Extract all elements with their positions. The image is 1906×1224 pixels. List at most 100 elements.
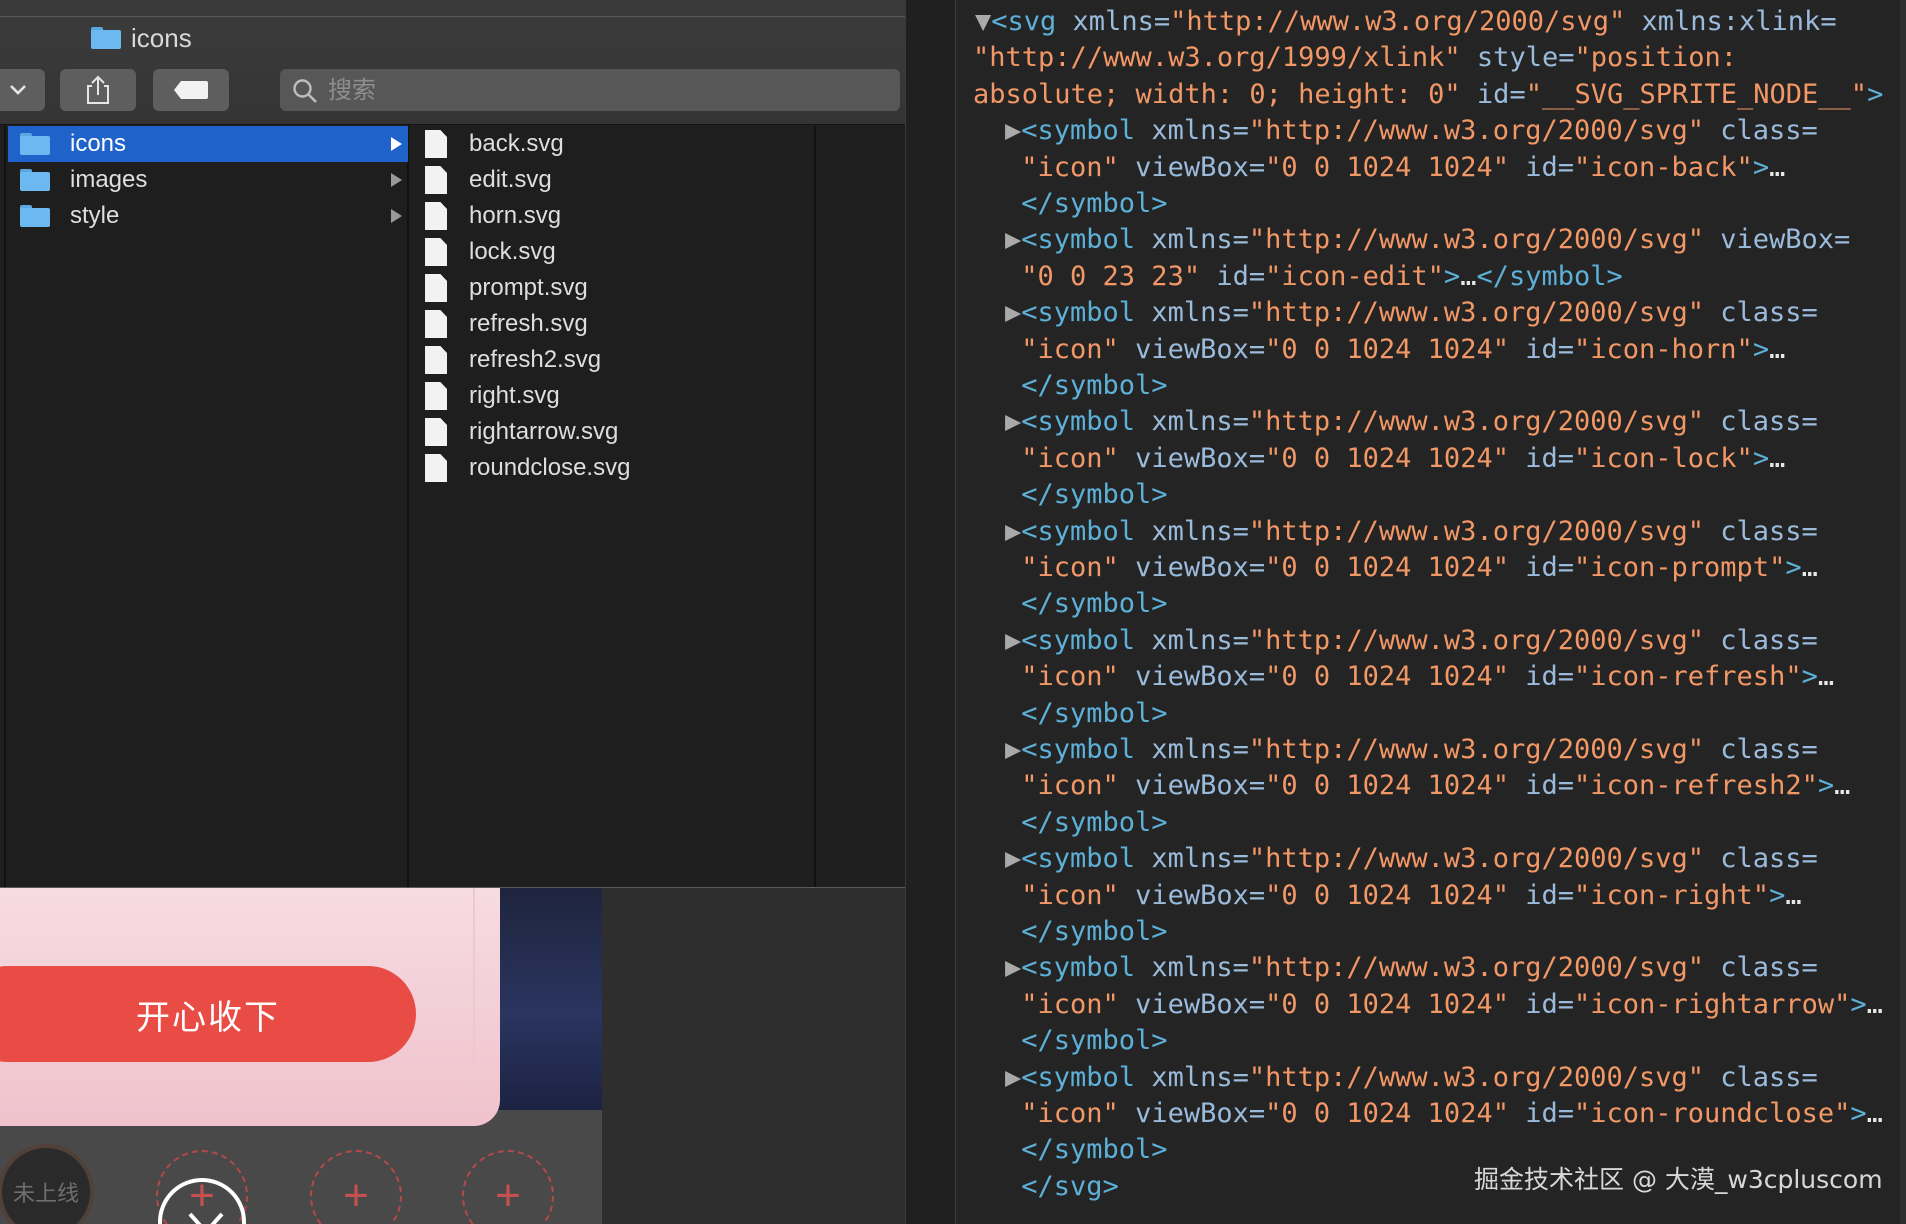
code-token: class= [1704,843,1818,875]
file-icon [425,418,447,446]
dom-tree-line[interactable]: </symbol> [1005,805,1168,841]
claim-reward-button[interactable]: 开心收下 [0,966,416,1062]
code-token: "0 0 1024 1024" [1265,552,1509,583]
code-token: … [1769,333,1786,365]
dom-tree-line[interactable]: </symbol> [1005,186,1167,222]
dom-tree-line[interactable]: "icon" viewBox="0 0 1024 1024" id="icon-… [1005,878,1801,914]
devtools-elements-panel[interactable]: ▼<svg xmlns="http://www.w3.org/2000/svg"… [905,0,1906,1224]
dom-tree-line[interactable]: </symbol> [1005,368,1167,404]
code-token: "icon" [1021,442,1119,474]
dom-tree-line[interactable]: ▶<symbol xmlns="http://www.w3.org/2000/s… [1005,295,1818,331]
file-item[interactable]: roundclose.svg [411,450,817,486]
collapse-arrow-icon[interactable]: ▶ [1005,1062,1021,1093]
dom-tree-line[interactable]: "icon" viewBox="0 0 1024 1024" id="icon-… [1005,332,1785,368]
dom-tree-line[interactable]: "icon" viewBox="0 0 1024 1024" id="icon-… [1005,987,1883,1023]
code-token: xmlns= [1151,843,1249,875]
code-token: class= [1704,1061,1818,1093]
code-token: id= [1460,78,1526,110]
collapse-arrow-icon[interactable]: ▶ [1005,406,1021,437]
file-icon [425,202,447,230]
dom-tree-line[interactable]: </symbol> [1005,477,1167,513]
code-token: viewBox= [1118,879,1266,911]
dom-tree-line[interactable]: "icon" viewBox="0 0 1024 1024" id="icon-… [1005,150,1785,186]
code-token: "http://www.w3.org/2000/svg" [1248,843,1705,875]
folder-item-images[interactable]: images [8,162,408,198]
collapse-arrow-icon[interactable]: ▶ [1005,843,1021,874]
search-box[interactable] [280,69,900,111]
code-token: <symbol [1021,952,1152,984]
collapse-arrow-icon[interactable]: ▶ [1005,224,1021,255]
file-item[interactable]: horn.svg [411,198,817,234]
dom-tree-line[interactable]: ▶<symbol xmlns="http://www.w3.org/2000/s… [1005,623,1818,659]
collapse-arrow-icon[interactable]: ▶ [1005,734,1021,765]
code-token: "icon-lock" [1574,442,1753,474]
code-token: > [1443,260,1461,292]
dom-tree-line[interactable]: </symbol> [1005,1132,1167,1168]
folder-item-icons[interactable]: icons [8,126,408,162]
dom-tree-line[interactable]: "icon" viewBox="0 0 1024 1024" id="icon-… [1005,441,1785,477]
file-item[interactable]: refresh.svg [411,306,817,342]
file-item[interactable]: refresh2.svg [411,342,817,378]
dom-tree-line[interactable]: ▶<symbol xmlns="http://www.w3.org/2000/s… [1005,732,1818,768]
share-button[interactable] [60,69,136,111]
search-icon [293,79,317,103]
dom-tree-line[interactable]: ▶<symbol xmlns="http://www.w3.org/2000/s… [1005,514,1818,550]
finder-window[interactable]: icons 搜索 icons images style back.svg edi… [0,16,914,888]
dom-tree-line[interactable]: </svg> [1005,1169,1119,1205]
dom-tree-line[interactable]: </symbol> [1005,914,1167,950]
collapse-arrow-icon[interactable]: ▶ [1005,115,1021,146]
code-token: "0 0 1024 1024" [1265,770,1509,802]
tag-button[interactable] [153,69,229,111]
file-column: back.svg edit.svg horn.svg lock.svg prom… [411,126,817,486]
file-item[interactable]: prompt.svg [411,270,817,306]
code-token: </symbol> [1476,260,1623,292]
dom-tree-line[interactable]: </symbol> [1005,696,1167,732]
dom-tree-line[interactable]: ▶<symbol xmlns="http://www.w3.org/2000/s… [1005,950,1818,986]
folder-icon [91,27,121,49]
collapse-arrow-icon[interactable]: ▶ [1005,952,1021,983]
dom-tree-line[interactable]: "icon" viewBox="0 0 1024 1024" id="icon-… [1005,768,1850,804]
dom-tree-line[interactable]: ▶<symbol xmlns="http://www.w3.org/2000/s… [1005,841,1818,877]
collapse-arrow-icon[interactable]: ▶ [1005,297,1021,328]
code-token: "icon" [1021,333,1119,365]
dom-tree-line[interactable]: ▼<svg xmlns="http://www.w3.org/2000/svg"… [975,4,1837,40]
dom-tree-line[interactable]: "icon" viewBox="0 0 1024 1024" id="icon-… [1005,1096,1883,1132]
column-divider[interactable] [4,126,6,887]
expand-arrow-icon[interactable]: ▼ [975,6,991,37]
folder-item-style[interactable]: style [8,198,408,234]
dom-tree-line[interactable]: "0 0 23 23" id="icon-edit">…</symbol> [1005,259,1623,295]
dom-tree-line[interactable]: ▶<symbol xmlns="http://www.w3.org/2000/s… [1005,222,1850,258]
dom-tree-line[interactable]: </symbol> [1005,1023,1167,1059]
dom-tree-line[interactable]: ▶<symbol xmlns="http://www.w3.org/2000/s… [1005,404,1818,440]
code-token: "0 0 1024 1024" [1265,988,1509,1020]
code-token: "icon" [1021,988,1119,1020]
search-input[interactable] [328,76,848,104]
code-token: id= [1508,552,1574,583]
dom-tree-line[interactable]: absolute; width: 0; height: 0" id="__SVG… [973,77,1883,113]
dom-tree-line[interactable]: </symbol> [1005,586,1167,622]
code-token: "http://www.w3.org/2000/svg" [1248,515,1705,547]
dom-tree-line[interactable]: ▶<symbol xmlns="http://www.w3.org/2000/s… [1005,1060,1818,1096]
file-icon [425,238,447,266]
dom-tree-line[interactable]: "icon" viewBox="0 0 1024 1024" id="icon-… [1005,550,1818,586]
collapse-arrow-icon[interactable]: ▶ [1005,625,1021,656]
file-item[interactable]: right.svg [411,378,817,414]
file-icon [425,130,447,158]
dom-tree-line[interactable]: ▶<symbol xmlns="http://www.w3.org/2000/s… [1005,113,1818,149]
code-token: "0 0 1024 1024" [1265,151,1509,183]
view-options-button[interactable] [0,69,45,111]
file-item[interactable]: back.svg [411,126,817,162]
dom-tree-line[interactable]: "http://www.w3.org/1999/xlink" style="po… [973,40,1737,76]
collapse-arrow-icon[interactable]: ▶ [1005,516,1021,547]
code-token: xmlns= [1151,734,1249,765]
file-item[interactable]: rightarrow.svg [411,414,817,450]
file-item[interactable]: edit.svg [411,162,817,198]
dom-tree-line[interactable]: "icon" viewBox="0 0 1024 1024" id="icon-… [1005,659,1834,695]
file-item[interactable]: lock.svg [411,234,817,270]
devtools-scrollbar[interactable] [1900,0,1906,1224]
code-token: </symbol> [1021,806,1168,838]
column-divider[interactable] [407,126,409,887]
